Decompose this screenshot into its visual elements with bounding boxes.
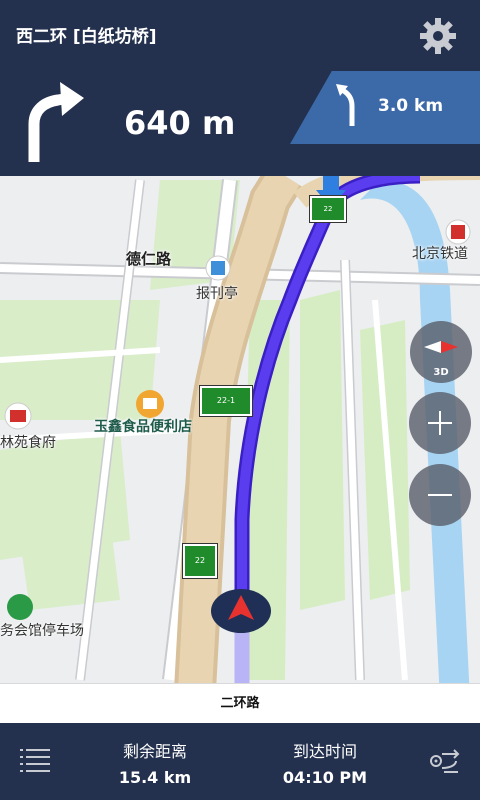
map-label-deren-road: 德仁路 — [126, 250, 172, 268]
highway-sign: 22 — [309, 195, 347, 223]
arrival-time: 到达时间 04:10 PM — [250, 738, 400, 787]
arrival-time-label: 到达时间 — [292, 742, 357, 761]
next-maneuver-distance: 3.0 km — [378, 96, 444, 116]
maneuver-distance: 640 m — [124, 104, 236, 142]
map-label-parking[interactable]: 务会馆停车场 — [0, 620, 84, 640]
remaining-distance-value: 15.4 km — [118, 768, 192, 787]
remaining-distance-label: 剩余距离 — [122, 742, 187, 761]
current-street-title: 西二环 [白纸坊桥] — [16, 27, 157, 47]
trip-info-bar — [0, 723, 480, 800]
map-label-newsstand[interactable]: 报刊亭 — [196, 283, 238, 303]
current-road-name: 二环路 — [220, 696, 260, 711]
route-options-icon[interactable] — [428, 744, 462, 778]
settings-gear-icon[interactable] — [418, 16, 458, 56]
map-label-linyuan[interactable]: 林苑食府 — [0, 432, 56, 452]
map-label-railway[interactable]: 北京铁道 — [412, 243, 468, 263]
minus-icon — [428, 494, 452, 496]
arrival-time-value: 04:10 PM — [282, 768, 368, 787]
remaining-distance: 剩余距离 15.4 km — [80, 738, 230, 787]
highway-sign: 22 — [182, 543, 218, 579]
zoom-in-button[interactable] — [409, 392, 471, 454]
zoom-out-button[interactable] — [409, 464, 471, 526]
current-location-icon — [211, 589, 271, 633]
map-label-yuxin-store[interactable]: 玉鑫食品便利店 — [94, 416, 192, 436]
next-turn-arrow-icon — [336, 84, 355, 126]
turn-right-arrow-icon — [28, 82, 84, 162]
highway-sign: 22-1 — [199, 385, 253, 417]
view-mode-label: 3D — [433, 367, 449, 378]
compass-icon — [424, 341, 458, 353]
menu-list-icon[interactable] — [20, 747, 50, 775]
compass-3d-button[interactable]: 3D — [410, 321, 472, 383]
plus-icon — [428, 411, 452, 435]
